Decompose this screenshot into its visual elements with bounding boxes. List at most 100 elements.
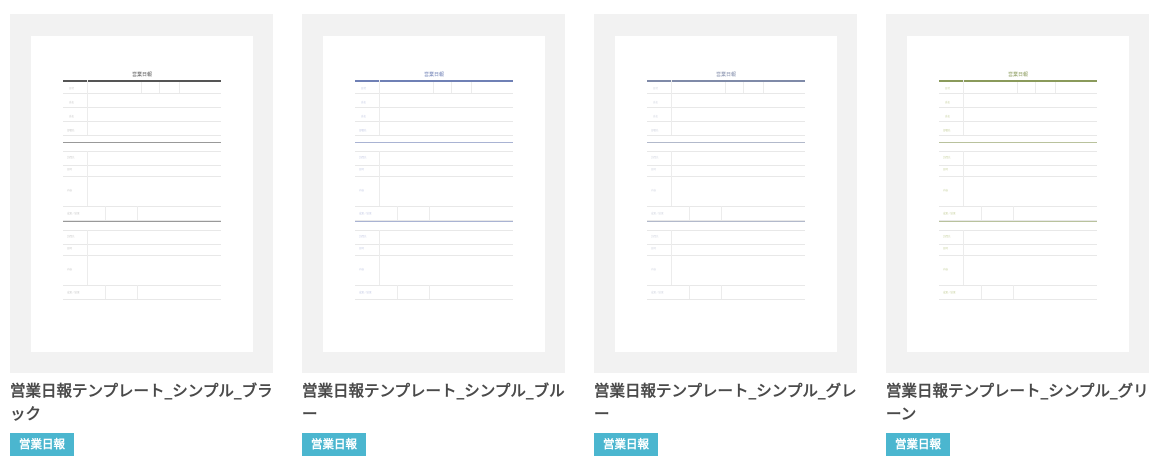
doc-cell-label: 日時 [651,168,657,171]
category-tag[interactable]: 営業日報 [10,433,74,456]
doc-col-line [671,80,672,135]
document-preview: 営業日報 日付 氏名 氏名 部署名 訪問先 日時 内容 成果／結果 訪問先 日時 内容 成果／結果 [323,36,545,352]
doc-cell-label: 日付 [945,87,951,90]
doc-cell-label: 内容 [67,268,73,271]
doc-row-line [939,135,1097,136]
doc-cell-label: 訪問先 [651,235,659,238]
doc-col-line [671,230,672,285]
category-tag[interactable]: 営業日報 [886,433,950,456]
doc-row-line [355,285,513,286]
doc-cell-label: 訪問先 [359,235,367,238]
doc-cell-label: 氏名 [69,101,75,104]
doc-col-line [963,80,964,135]
template-thumbnail[interactable]: 営業日報 日付 氏名 氏名 部署名 訪問先 日時 内容 成果／結果 訪問先 日時 内容 成果／結果 [594,14,857,373]
doc-cell-label: 氏名 [653,115,659,118]
doc-cell-label: 日時 [359,168,365,171]
doc-col-line [87,151,88,206]
document-preview: 営業日報 日付 氏名 氏名 部署名 訪問先 日時 内容 成果／結果 訪問先 日時 内容 成果／結果 [615,36,837,352]
doc-section-bar [355,142,513,143]
doc-cell-label: 内容 [359,189,365,192]
doc-col-line [671,151,672,206]
doc-col-line [963,151,964,206]
doc-cell-label: 成果／結果 [359,291,372,294]
doc-row-line [647,285,805,286]
doc-col-line [379,80,380,135]
doc-col-line [105,206,106,220]
doc-cell-label: 日時 [943,247,949,250]
doc-cell-label: 日時 [651,247,657,250]
template-card[interactable]: 営業日報 日付 氏名 氏名 部署名 訪問先 日時 内容 成果／結果 訪問先 日時 内容 成果／結果 営業… [10,14,273,456]
document-preview: 営業日報 日付 氏名 氏名 部署名 訪問先 日時 内容 成果／結果 訪問先 日時 内容 成果／結果 [907,36,1129,352]
doc-col-line [87,80,88,135]
doc-title: 営業日報 [131,72,152,78]
doc-row-line [355,206,513,207]
doc-cell-label: 氏名 [945,101,951,104]
doc-cell-label: 部署名 [67,129,75,132]
doc-col-line [429,285,430,299]
doc-row-line [63,135,221,136]
doc-col-line [159,82,160,93]
doc-title: 営業日報 [1007,72,1028,78]
doc-col-line [981,206,982,220]
doc-col-line [379,230,380,285]
doc-cell-label: 内容 [651,189,657,192]
doc-col-line [137,206,138,220]
doc-col-line [141,82,142,93]
doc-cell-label: 部署名 [359,129,367,132]
doc-row-line [63,285,221,286]
doc-col-line [137,285,138,299]
doc-col-line [451,82,452,93]
doc-cell-label: 訪問先 [943,156,951,159]
doc-col-line [721,285,722,299]
doc-section-bar [355,221,513,222]
doc-col-line [689,206,690,220]
doc-cell-label: 氏名 [361,115,367,118]
doc-col-line [981,285,982,299]
doc-row-line [939,285,1097,286]
doc-section-bar [647,221,805,222]
doc-cell-label: 成果／結果 [359,212,372,215]
doc-row-line [355,135,513,136]
doc-col-line [429,206,430,220]
template-card[interactable]: 営業日報 日付 氏名 氏名 部署名 訪問先 日時 内容 成果／結果 訪問先 日時 内容 成果／結果 営業… [886,14,1149,456]
template-title-link[interactable]: 営業日報テンプレート_シンプル_グレー [594,380,864,426]
doc-cell-label: 日時 [67,168,73,171]
template-thumbnail[interactable]: 営業日報 日付 氏名 氏名 部署名 訪問先 日時 内容 成果／結果 訪問先 日時 内容 成果／結果 [302,14,565,373]
template-thumbnail[interactable]: 営業日報 日付 氏名 氏名 部署名 訪問先 日時 内容 成果／結果 訪問先 日時 内容 成果／結果 [886,14,1149,373]
doc-row-line [647,299,805,300]
doc-col-line [471,82,472,93]
doc-cell-label: 氏名 [945,115,951,118]
doc-row-line [63,299,221,300]
doc-cell-label: 成果／結果 [67,212,80,215]
doc-section-bar [647,142,805,143]
doc-cell-label: 訪問先 [359,156,367,159]
template-card[interactable]: 営業日報 日付 氏名 氏名 部署名 訪問先 日時 内容 成果／結果 訪問先 日時 内容 成果／結果 営業… [594,14,857,456]
doc-row-line [647,135,805,136]
doc-col-line [397,206,398,220]
doc-col-line [725,82,726,93]
template-card[interactable]: 営業日報 日付 氏名 氏名 部署名 訪問先 日時 内容 成果／結果 訪問先 日時 内容 成果／結果 営業… [302,14,565,456]
doc-cell-label: 日付 [69,87,75,90]
template-thumbnail[interactable]: 営業日報 日付 氏名 氏名 部署名 訪問先 日時 内容 成果／結果 訪問先 日時 内容 成果／結果 [10,14,273,373]
doc-col-line [87,230,88,285]
doc-cell-label: 成果／結果 [651,291,664,294]
category-tag[interactable]: 営業日報 [302,433,366,456]
doc-cell-label: 内容 [943,189,949,192]
doc-col-line [1035,82,1036,93]
doc-section-bar [63,221,221,222]
template-title-link[interactable]: 営業日報テンプレート_シンプル_ブルー [302,380,572,426]
doc-cell-label: 日時 [943,168,949,171]
doc-col-line [963,230,964,285]
doc-title: 営業日報 [715,72,736,78]
doc-cell-label: 日時 [359,247,365,250]
doc-col-line [1055,82,1056,93]
template-title-link[interactable]: 営業日報テンプレート_シンプル_ブラック [10,380,280,426]
doc-col-line [397,285,398,299]
doc-section-bar [63,142,221,143]
doc-col-line [379,151,380,206]
doc-row-line [647,206,805,207]
category-tag[interactable]: 営業日報 [594,433,658,456]
doc-cell-label: 訪問先 [651,156,659,159]
template-title-link[interactable]: 営業日報テンプレート_シンプル_グリーン [886,380,1156,426]
doc-cell-label: 成果／結果 [651,212,664,215]
